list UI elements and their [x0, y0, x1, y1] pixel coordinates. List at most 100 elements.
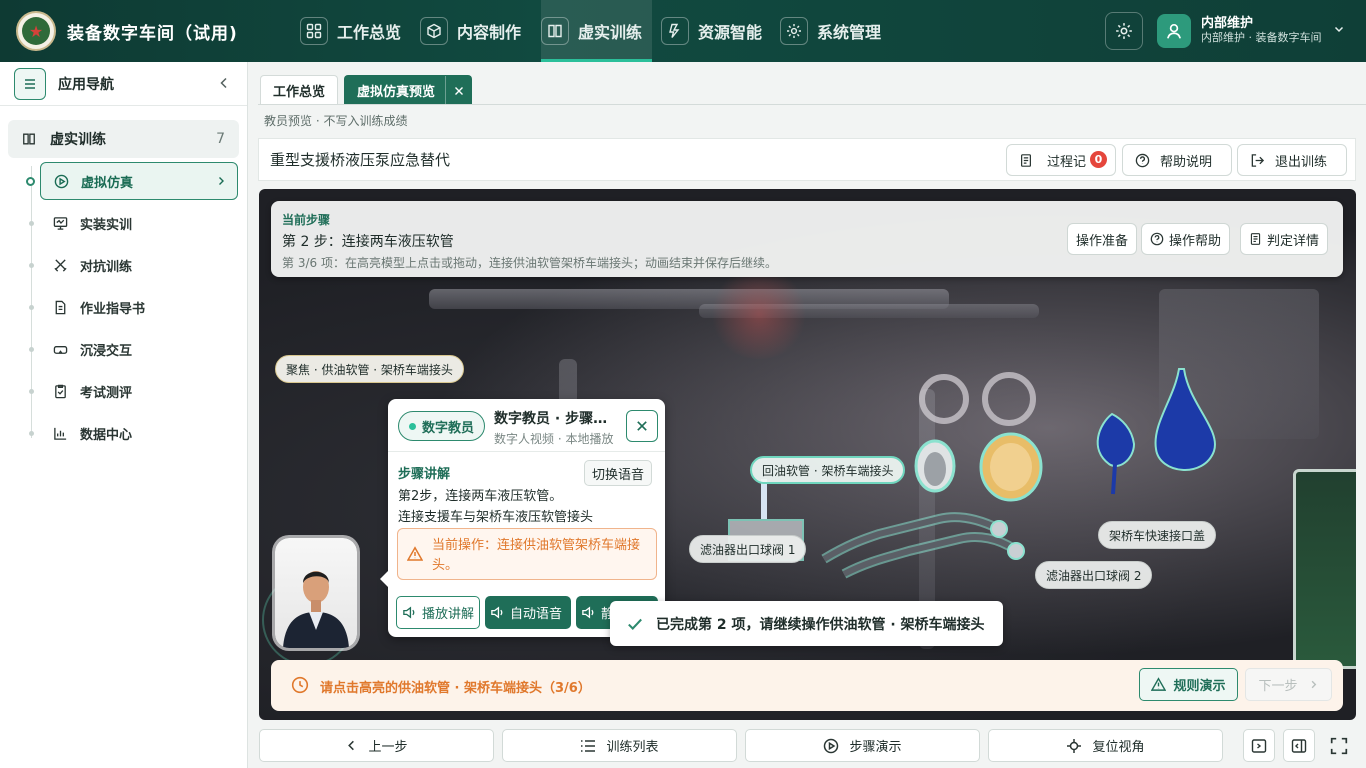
scene-title: 重型支援桥液压泵应急替代: [270, 151, 451, 169]
sidebar-item-exam[interactable]: 考试测评: [40, 372, 238, 410]
hint-text: 请点击高亮的供油软管 · 架桥车端接头（3/6）: [320, 681, 591, 696]
topnav-label: 虚实训练: [578, 23, 643, 42]
grid-icon: [300, 17, 328, 45]
settings-button[interactable]: [1105, 12, 1143, 50]
menu-icon: [25, 78, 35, 89]
prev-step-label: 上一步: [368, 740, 408, 755]
gear-icon: [1116, 23, 1132, 39]
tree-dot: [29, 431, 34, 436]
training-list-label: 训练列表: [606, 740, 659, 755]
tree-dot: [26, 177, 35, 186]
sidebar-group-training[interactable]: 虚实训练 7: [8, 120, 239, 158]
sidebar-item-label: 沉浸交互: [80, 343, 133, 359]
sidebar-item-label: 实装实训: [80, 217, 133, 233]
current-step-card: 当前步骤 第 2 步：连接两车液压软管 第 3/6 项：在高亮模型上点击或拖动，…: [271, 201, 1343, 277]
tab-sim-preview[interactable]: 虚拟仿真预览: [344, 75, 473, 106]
crosshair-icon: [1067, 738, 1082, 753]
close-icon: [454, 86, 463, 95]
topnav-resources[interactable]: 资源智能: [661, 0, 762, 62]
return-hose-label[interactable]: 回油软管 · 架桥车端接头: [750, 456, 906, 484]
document-icon: [1021, 153, 1031, 167]
play-circle-icon: [53, 173, 69, 189]
reset-view-label: 复位视角: [1092, 740, 1145, 755]
filter-valve-2-label[interactable]: 滤油器出口球阀 2: [1035, 561, 1153, 589]
user-menu[interactable]: 内部维护 内部维护 · 装备数字车间: [1157, 11, 1355, 51]
sidebar-item-virtual-sim[interactable]: 虚拟仿真: [40, 162, 238, 200]
preview-note: 教员预览 · 不写入训练成绩: [264, 114, 408, 128]
step-label: 当前步骤: [282, 213, 331, 227]
sidebar-item-combat[interactable]: 对抗训练: [40, 246, 238, 284]
judge-details-button[interactable]: 判定详情: [1240, 223, 1329, 255]
switch-voice-button[interactable]: 切换语音: [584, 460, 653, 486]
swords-icon: [52, 257, 68, 273]
close-instructor-button[interactable]: [626, 410, 658, 442]
topnav-system[interactable]: 系统管理: [780, 0, 881, 62]
close-tab-button[interactable]: [445, 75, 471, 106]
sidebar-item-label: 作业指导书: [80, 301, 146, 317]
sidebar-group-count: 7: [216, 131, 225, 147]
panel-right-icon: [1291, 738, 1307, 753]
reset-view-button[interactable]: 复位视角: [988, 729, 1223, 762]
app-logo: ★: [16, 11, 56, 51]
help-button[interactable]: 帮助说明: [1122, 144, 1232, 176]
op-help-button[interactable]: 操作帮助: [1141, 223, 1231, 255]
topnav-training[interactable]: 虚实训练: [541, 0, 653, 62]
sidebar-group-label: 虚实训练: [50, 132, 106, 148]
next-step-button[interactable]: 下一步: [1245, 668, 1332, 701]
sidebar-item-guide[interactable]: 作业指导书: [40, 288, 238, 326]
simulation-viewport[interactable]: 当前步骤 第 2 步：连接两车液压软管 第 3/6 项：在高亮模型上点击或拖动，…: [259, 189, 1356, 720]
digital-instructor-avatar[interactable]: [275, 538, 357, 648]
warning-icon: [1151, 677, 1167, 691]
tree-dot: [29, 263, 34, 268]
training-list-button[interactable]: 训练列表: [502, 729, 737, 762]
vr-goggles-icon: [52, 341, 68, 357]
instructor-subtitle: 数字人视频 · 本地播放: [494, 432, 614, 446]
sidebar-item-immersive[interactable]: 沉浸交互: [40, 330, 238, 368]
clock-icon: [291, 676, 309, 694]
judge-label: 判定详情: [1267, 233, 1320, 249]
prep-label: 操作准备: [1076, 233, 1129, 249]
step-demo-button[interactable]: 步骤演示: [745, 729, 980, 762]
topnav-overview[interactable]: 工作总览: [300, 0, 401, 62]
sidebar-tree-line: [31, 166, 32, 438]
sidebar-item-label: 数据中心: [80, 427, 133, 443]
focus-label[interactable]: 聚焦 · 供油软管 · 架桥车端接头: [275, 355, 464, 383]
user-subtitle: 内部维护 · 装备数字车间: [1201, 31, 1322, 44]
tab-bar: 工作总览 虚拟仿真预览: [260, 75, 473, 106]
auto-voice-button[interactable]: 自动语音: [485, 596, 571, 629]
gear-icon: [780, 17, 808, 45]
check-icon: [628, 618, 642, 630]
explanation-line-1: 第2步，连接两车液压软管。: [398, 489, 563, 504]
fullscreen-button[interactable]: [1323, 729, 1355, 762]
toggle-left-panel-button[interactable]: [1243, 729, 1275, 762]
chevron-left-icon[interactable]: [217, 76, 231, 90]
menu-toggle-button[interactable]: [14, 67, 46, 100]
speaker-icon: [582, 606, 594, 619]
toggle-right-panel-button[interactable]: [1283, 729, 1315, 762]
speaker-icon: [403, 606, 415, 619]
exit-training-button[interactable]: 退出训练: [1237, 144, 1347, 176]
online-dot: [409, 422, 416, 430]
tab-label: 工作总览: [273, 85, 326, 100]
process-record-button[interactable]: 过程记 0: [1006, 144, 1116, 176]
play-explanation-button[interactable]: 播放讲解: [396, 596, 480, 629]
sidebar-item-data[interactable]: 数据中心: [40, 414, 238, 452]
tree-dot: [29, 347, 34, 352]
quick-cap-label[interactable]: 架桥车快速接口盖: [1098, 521, 1217, 549]
chevron-right-icon: [1311, 680, 1316, 689]
close-icon: [637, 421, 647, 431]
sidebar-item-real-equip[interactable]: 实装实训: [40, 204, 238, 242]
tab-overview[interactable]: 工作总览: [260, 75, 339, 105]
prev-step-button[interactable]: 上一步: [259, 729, 494, 762]
prep-button[interactable]: 操作准备: [1067, 223, 1138, 255]
panel-left-icon: [1251, 738, 1267, 753]
topnav-content[interactable]: 内容制作: [420, 0, 521, 62]
filter-valve-1-label[interactable]: 滤油器出口球阀 1: [689, 535, 807, 563]
tree-dot: [29, 305, 34, 310]
play-explanation-label: 播放讲解: [421, 607, 474, 622]
avatar: [1157, 14, 1191, 48]
switch-voice-label: 切换语音: [592, 467, 645, 483]
rule-demo-button[interactable]: 规则演示: [1139, 668, 1238, 701]
instructor-badge: 数字教员: [398, 411, 486, 441]
process-record-label: 过程记: [1047, 154, 1087, 170]
